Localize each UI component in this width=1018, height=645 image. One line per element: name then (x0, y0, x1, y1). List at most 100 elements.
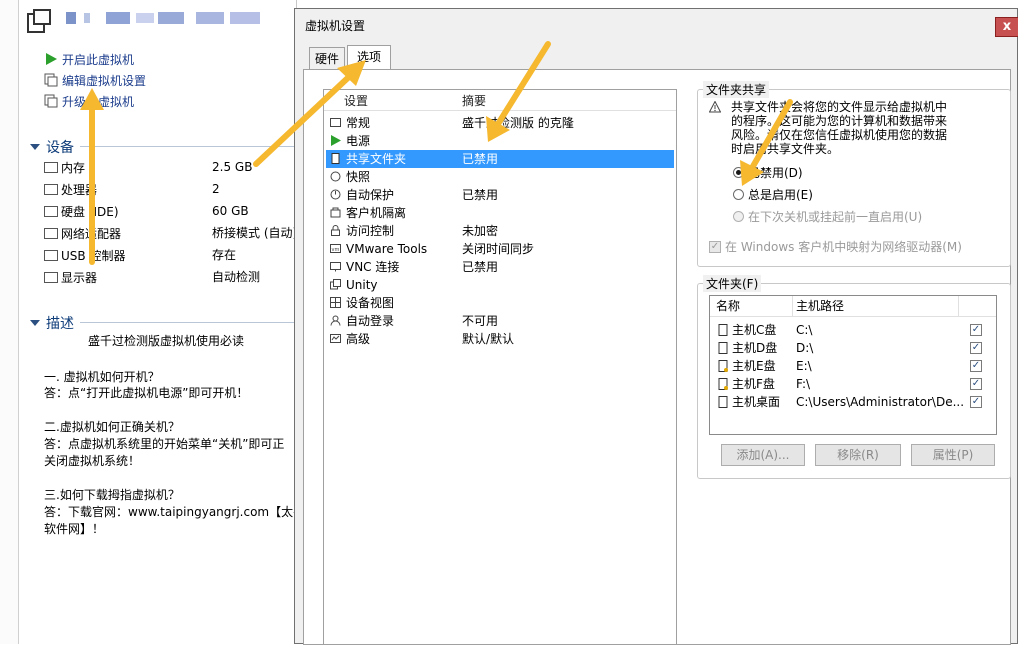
panel-edge (0, 0, 19, 644)
settings-row-access-control[interactable]: 访问控制 未加密 (326, 222, 674, 240)
play-icon (46, 53, 57, 65)
folder-enabled-checkbox[interactable]: ✓ (970, 324, 982, 336)
general-icon (330, 118, 341, 127)
settings-row-isolation[interactable]: 客户机隔离 (326, 204, 674, 222)
cpu-icon (44, 183, 58, 195)
folder-share-icon (718, 396, 728, 408)
edit-settings-icon (44, 73, 58, 87)
devices-heading[interactable]: 设备 (30, 137, 74, 157)
folder-row[interactable]: 主机桌面 C:\Users\Administrator\De... ✓ (714, 393, 992, 411)
divider (80, 322, 296, 323)
device-memory-value: 2.5 GB (212, 160, 253, 174)
vm-title-redacted (66, 10, 262, 26)
folder-row[interactable]: 主机C盘 C:\ ✓ (714, 321, 992, 339)
description-line: 软件网】！ (44, 522, 105, 536)
folder-enabled-checkbox[interactable]: ✓ (970, 378, 982, 390)
autologin-icon (330, 315, 341, 326)
usb-icon (44, 249, 58, 261)
settings-row-unity[interactable]: Unity (326, 276, 674, 294)
folder-row[interactable]: 主机F盘 F:\ ✓ (714, 375, 992, 393)
device-usb-value: 存在 (212, 248, 237, 262)
radio-always-enabled-option[interactable]: 总是启用(E) (733, 186, 813, 203)
device-processor[interactable]: 处理器 (44, 180, 97, 198)
folder-enabled-checkbox[interactable]: ✓ (970, 342, 982, 354)
divider (80, 146, 296, 147)
settings-row-snapshot[interactable]: 快照 (326, 168, 674, 186)
warning-text-line: 风险。请仅在您信任虚拟机使用您的数据 (731, 128, 948, 142)
radio-button[interactable] (733, 189, 744, 200)
warning-text-line: 共享文件夹会将您的文件显示给虚拟机中 (731, 100, 948, 114)
vm-settings-dialog: 虚拟机设置 x 硬件 选项 设置 摘要 常规 盛千过检测版 的克隆 电源 共享文件… (294, 8, 1018, 645)
folder-enabled-checkbox[interactable]: ✓ (970, 396, 982, 408)
power-icon (331, 135, 341, 146)
description-line: 盛千过检测版虚拟机使用必读 (88, 334, 245, 348)
remove-folder-button[interactable]: 移除(R) (815, 444, 901, 466)
column-divider (958, 296, 959, 316)
settings-column-header[interactable]: 设置 (344, 92, 368, 110)
column-divider (792, 296, 793, 316)
device-display-value: 自动检测 (212, 270, 261, 284)
warning-text-line: 时启用共享文件夹。 (731, 142, 840, 156)
vm-icon (27, 9, 51, 33)
settings-row-shared-folders[interactable]: 共享文件夹 已禁用 (326, 150, 674, 168)
radio-button[interactable] (733, 167, 744, 178)
tab-hardware[interactable]: 硬件 (309, 47, 345, 69)
description-heading[interactable]: 描述 (30, 313, 74, 333)
collapse-icon (30, 144, 40, 150)
map-network-drive-option: ✓ 在 Windows 客户机中映射为网络驱动器(M) (709, 240, 962, 254)
unity-icon (330, 279, 341, 290)
device-processor-value: 2 (212, 182, 220, 196)
settings-row-autologin[interactable]: 自动登录 不可用 (326, 312, 674, 330)
folder-share-icon (718, 342, 728, 354)
radio-button (733, 211, 744, 222)
device-hard-disk[interactable]: 硬盘 (IDE) (44, 202, 119, 220)
header-divider (324, 110, 676, 111)
radio-until-poweroff-option: 在下次关机或挂起前一直启用(U) (733, 208, 922, 225)
display-icon (44, 271, 58, 283)
dialog-titlebar[interactable] (295, 9, 1017, 39)
folder-enabled-checkbox[interactable]: ✓ (970, 360, 982, 372)
edit-vm-settings-action[interactable]: 编辑虚拟机设置 (44, 71, 146, 89)
summary-column-header[interactable]: 摘要 (462, 92, 486, 110)
settings-row-vmware-tools[interactable]: vm VMware Tools 关闭时间同步 (326, 240, 674, 258)
add-folder-button[interactable]: 添加(A)... (721, 444, 805, 466)
autoprotect-icon (330, 189, 341, 200)
vm-summary-panel: 开启此虚拟机 编辑虚拟机设置 升级此虚拟机 设备 内存 2.5 GB 处理器 2… (0, 0, 297, 644)
upgrade-vm-action[interactable]: 升级此虚拟机 (44, 92, 134, 110)
device-usb[interactable]: USB 控制器 (44, 246, 125, 264)
vmware-tools-icon: vm (330, 244, 341, 253)
folders-list-header (710, 296, 996, 317)
description-line: 关闭虚拟机系统！ (44, 454, 141, 468)
radio-disabled-option[interactable]: 已禁用(D) (733, 164, 803, 181)
folder-properties-button[interactable]: 属性(P) (911, 444, 995, 466)
settings-row-general[interactable]: 常规 盛千过检测版 的克隆 (326, 114, 674, 132)
map-drive-checkbox: ✓ (709, 240, 721, 253)
upgrade-icon (44, 94, 58, 108)
folders-list: 名称 主机路径 主机C盘 C:\ ✓ 主机D盘 D:\ ✓ 主机E盘 E:\ ✓… (709, 295, 997, 435)
isolation-icon (330, 207, 341, 218)
device-hard-disk-value: 60 GB (212, 204, 249, 218)
folder-share-icon (718, 360, 728, 372)
path-column-header[interactable]: 主机路径 (796, 298, 844, 314)
folder-row[interactable]: 主机D盘 D:\ ✓ (714, 339, 992, 357)
dialog-title: 虚拟机设置 (305, 19, 366, 33)
device-network[interactable]: 网络适配器 (44, 224, 121, 242)
settings-row-device-view[interactable]: 设备视图 (326, 294, 674, 312)
settings-row-advanced[interactable]: 高级 默认/默认 (326, 330, 674, 348)
device-memory[interactable]: 内存 (44, 158, 85, 176)
description-line: 答：点“打开此虚拟机电源”即可开机！ (44, 386, 249, 400)
folder-row[interactable]: 主机E盘 E:\ ✓ (714, 357, 992, 375)
close-button[interactable]: x (995, 17, 1018, 37)
device-network-value: 桥接模式 (自动) (212, 226, 297, 240)
power-on-vm-action[interactable]: 开启此虚拟机 (44, 50, 134, 68)
device-display[interactable]: 显示器 (44, 268, 97, 286)
description-line: 三.如何下载拇指虚拟机？ (44, 488, 180, 502)
network-icon (44, 227, 58, 239)
memory-icon (44, 161, 58, 173)
name-column-header[interactable]: 名称 (716, 298, 740, 314)
settings-row-vnc[interactable]: VNC 连接 已禁用 (326, 258, 674, 276)
settings-row-power[interactable]: 电源 (326, 132, 674, 150)
description-line: 答：点虚拟机系统里的开始菜单“关机”即可正 (44, 437, 285, 451)
tab-options[interactable]: 选项 (347, 45, 391, 69)
settings-row-autoprotect[interactable]: 自动保护 已禁用 (326, 186, 674, 204)
